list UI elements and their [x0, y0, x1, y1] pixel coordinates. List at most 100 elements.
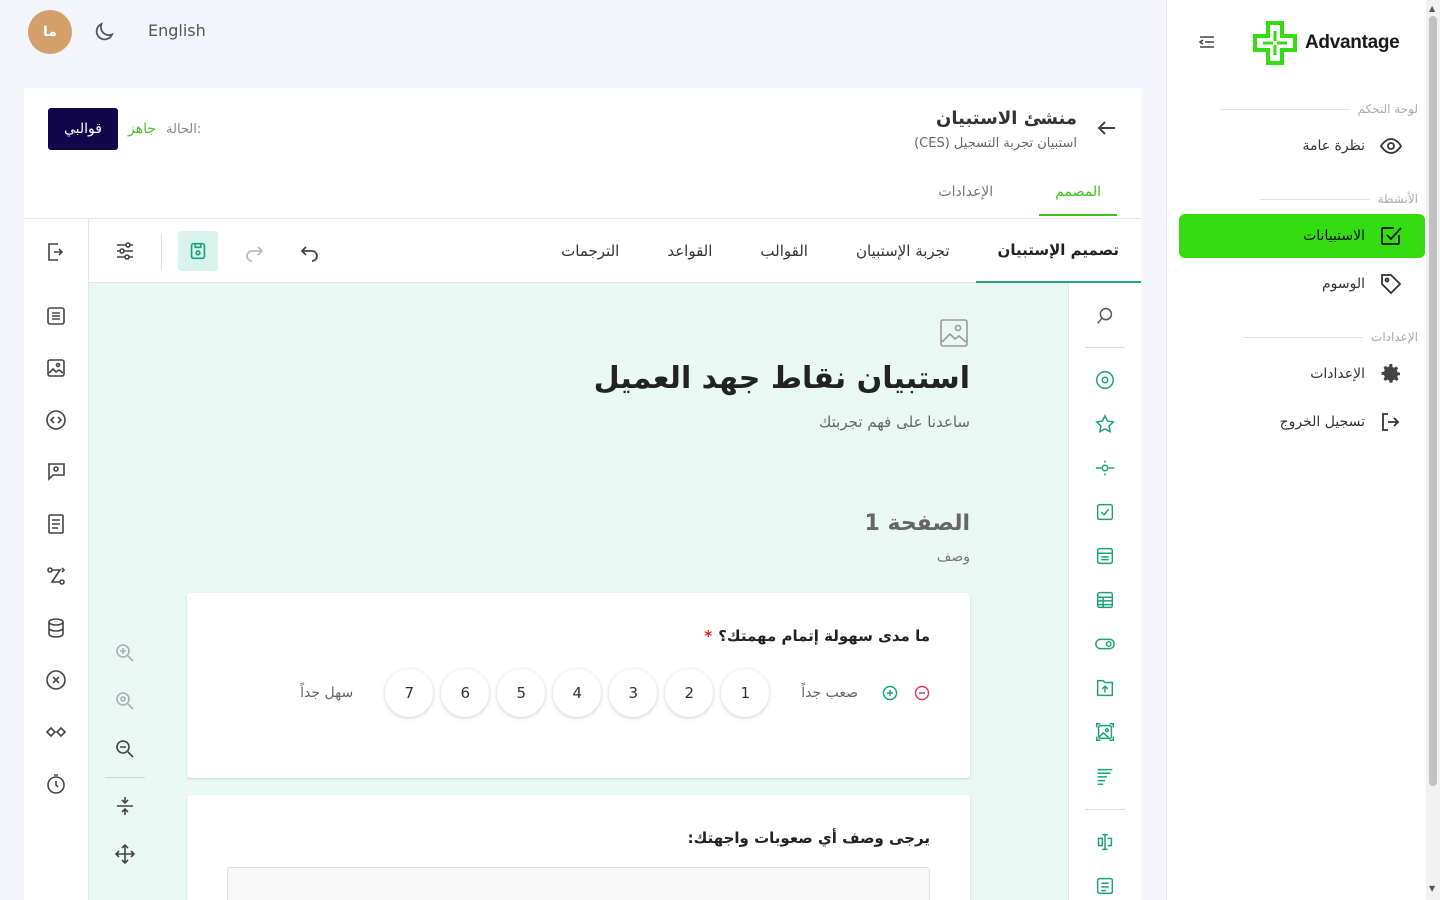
- rating-option[interactable]: 3: [609, 669, 658, 717]
- logo[interactable]: Advantage: [1251, 18, 1411, 68]
- collapse-icon[interactable]: [113, 794, 137, 818]
- question-title[interactable]: ما مدى سهولة إتمام مهمتك؟ *: [704, 627, 930, 645]
- slider-icon[interactable]: [1094, 457, 1116, 479]
- section-label: لوحة التحكم: [1357, 102, 1419, 116]
- menu-collapse-icon[interactable]: [1197, 32, 1217, 52]
- move-icon[interactable]: [113, 842, 137, 866]
- remove-rate-icon[interactable]: [914, 685, 930, 701]
- survey-description[interactable]: ساعدنا على فهم تجربتك: [819, 413, 970, 431]
- tab-translations[interactable]: الترجمات: [539, 219, 641, 283]
- tab-templates[interactable]: القوالب: [738, 219, 830, 283]
- my-templates-button[interactable]: قوالبي: [48, 108, 118, 150]
- status-label: الحالة:: [166, 121, 202, 137]
- undo-icon[interactable]: [297, 239, 321, 263]
- list-icon[interactable]: [44, 304, 68, 328]
- sidebar-item-logout[interactable]: تسجيل الخروج: [1179, 400, 1425, 444]
- close-circle-icon[interactable]: [44, 668, 68, 692]
- checkbox-icon: [1381, 227, 1402, 245]
- file-upload-icon[interactable]: [1094, 677, 1116, 699]
- zoom-reset-icon[interactable]: [113, 689, 137, 713]
- rating-option[interactable]: 4: [553, 669, 602, 717]
- exit-icon[interactable]: [44, 240, 68, 264]
- scroll-down-arrow-icon[interactable]: ▼: [1429, 884, 1435, 893]
- avatar[interactable]: ما: [28, 10, 72, 54]
- page-scrollbar[interactable]: ▲ ▼: [1426, 0, 1440, 900]
- rating-max-label[interactable]: سهل جداً: [300, 685, 353, 701]
- moon-icon[interactable]: [92, 20, 116, 44]
- rating-option[interactable]: 2: [665, 669, 714, 717]
- search-icon[interactable]: [1094, 305, 1116, 327]
- tab-settings[interactable]: الإعدادات: [922, 172, 1009, 216]
- tab-survey-preview[interactable]: تجربة الإستبيان: [834, 219, 972, 283]
- code-circle-icon[interactable]: [44, 408, 68, 432]
- tab-survey-design[interactable]: تصميم الإستبيان: [975, 219, 1141, 283]
- divider: [1085, 347, 1125, 348]
- question-card-comment[interactable]: يرجى وصف أي صعوبات واجهتك:: [187, 795, 970, 900]
- timer-icon[interactable]: [44, 772, 68, 796]
- rating-option[interactable]: 6: [441, 669, 490, 717]
- rating-option[interactable]: 7: [385, 669, 434, 717]
- image-placeholder-icon[interactable]: [938, 317, 970, 349]
- back-arrow-icon[interactable]: [1095, 116, 1119, 140]
- rating-min-label[interactable]: صعب جداً: [801, 685, 858, 701]
- scroll-up-arrow-icon[interactable]: ▲: [1429, 4, 1435, 13]
- diamond-arrows-icon[interactable]: [44, 720, 68, 744]
- section-header-activities: الأنشطة: [1259, 192, 1427, 206]
- scrollbar-thumb[interactable]: [1429, 16, 1437, 786]
- question-toolbox: [1068, 283, 1141, 900]
- sidebar-item-label: الاستبيانات: [1303, 228, 1365, 244]
- rating-option[interactable]: 5: [497, 669, 546, 717]
- add-rate-icon[interactable]: [882, 685, 898, 701]
- database-icon[interactable]: [44, 616, 68, 640]
- image-picker-icon[interactable]: [1094, 721, 1116, 743]
- toggle-icon[interactable]: [1094, 633, 1116, 655]
- comment-textarea[interactable]: [227, 867, 930, 900]
- page-description[interactable]: وصف: [937, 549, 970, 565]
- sidebar-item-overview[interactable]: نظرة عامة: [1179, 124, 1425, 168]
- document-icon[interactable]: [44, 512, 68, 536]
- route-icon[interactable]: [44, 564, 68, 588]
- logo-mark-icon: [1253, 21, 1297, 65]
- page-subtitle: استبيان تجربة التسجيل (CES): [914, 136, 1077, 151]
- text-cursor-icon[interactable]: [1094, 831, 1116, 853]
- sidebar-item-tags[interactable]: الوسوم: [1179, 262, 1425, 306]
- sidebar: Advantage لوحة التحكم نظرة عامة الأنشطة …: [1166, 0, 1426, 900]
- logo-text: Advantage: [1305, 32, 1400, 53]
- text-align-icon[interactable]: [1094, 765, 1116, 787]
- dropdown-icon[interactable]: [1094, 545, 1116, 567]
- save-button[interactable]: [178, 231, 218, 271]
- sidebar-item-label: الوسوم: [1321, 276, 1365, 292]
- designer-tabs: تصميم الإستبيان تجربة الإستبيان القوالب …: [535, 219, 1141, 283]
- image-icon[interactable]: [44, 356, 68, 380]
- design-canvas[interactable]: استبيان نقاط جهد العميل ساعدنا على فهم ت…: [89, 283, 1068, 900]
- tab-rules[interactable]: القواعد: [645, 219, 734, 283]
- logout-icon: [1382, 413, 1400, 431]
- question-title-text: ما مدى سهولة إتمام مهمتك؟: [718, 627, 930, 645]
- redo-icon[interactable]: [243, 239, 267, 263]
- text-block-icon[interactable]: [1094, 875, 1116, 897]
- tab-designer[interactable]: المصمم: [1039, 172, 1117, 216]
- builder-tabs: المصمم الإعدادات: [892, 172, 1117, 216]
- page-heading[interactable]: الصفحة 1: [865, 511, 970, 536]
- matrix-icon[interactable]: [1094, 589, 1116, 611]
- sidebar-item-settings[interactable]: الإعدادات: [1179, 352, 1425, 396]
- question-title[interactable]: يرجى وصف أي صعوبات واجهتك:: [688, 829, 930, 847]
- status-value: جاهز: [127, 121, 157, 137]
- radio-icon[interactable]: [1094, 369, 1116, 391]
- question-card-rating[interactable]: ما مدى سهولة إتمام مهمتك؟ * صعب جداً 1 2 …: [187, 593, 970, 778]
- language-switcher[interactable]: English: [148, 21, 206, 40]
- chat-settings-icon[interactable]: [44, 459, 68, 483]
- tag-icon: [1381, 274, 1402, 295]
- eye-icon: [1379, 138, 1403, 154]
- zoom-out-icon[interactable]: [113, 737, 137, 761]
- section-header-dashboard: لوحة التحكم: [1219, 102, 1427, 116]
- designer-toolbar: تصميم الإستبيان تجربة الإستبيان القوالب …: [89, 219, 1141, 283]
- sidebar-item-surveys[interactable]: الاستبيانات: [1179, 214, 1425, 258]
- sliders-icon[interactable]: [113, 239, 137, 263]
- divider: [105, 777, 145, 778]
- star-icon[interactable]: [1094, 413, 1116, 435]
- survey-title[interactable]: استبيان نقاط جهد العميل: [594, 361, 970, 396]
- rating-option[interactable]: 1: [721, 669, 770, 717]
- checkbox-icon[interactable]: [1094, 501, 1116, 523]
- zoom-in-icon[interactable]: [113, 641, 137, 665]
